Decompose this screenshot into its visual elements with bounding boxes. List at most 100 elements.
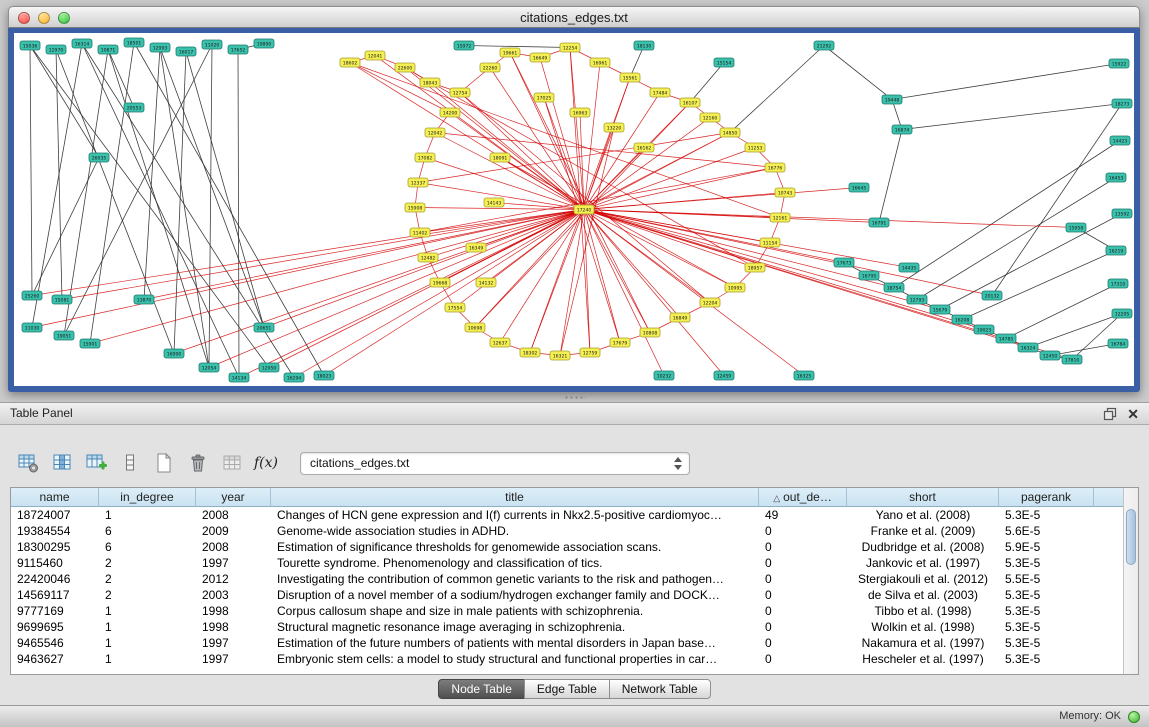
- column-header-title[interactable]: title: [271, 488, 759, 507]
- graph-node[interactable]: 12793: [907, 295, 927, 304]
- graph-node[interactable]: 16849: [670, 313, 690, 322]
- graph-node[interactable]: 10871: [98, 45, 118, 54]
- graph-node[interactable]: 21292: [814, 41, 834, 50]
- graph-node[interactable]: 19890: [254, 39, 274, 48]
- graph-node[interactable]: 17240: [574, 205, 594, 214]
- graph-node[interactable]: 15908: [405, 203, 425, 212]
- graph-node[interactable]: 19661: [500, 48, 520, 57]
- tab-network-table[interactable]: Network Table: [609, 679, 711, 699]
- graph-node[interactable]: 16776: [765, 163, 785, 172]
- graph-node[interactable]: 17310: [1108, 279, 1128, 288]
- create-column-button[interactable]: [82, 450, 110, 476]
- graph-node[interactable]: 18754: [884, 283, 904, 292]
- graph-node[interactable]: 14132: [476, 278, 496, 287]
- graph-node[interactable]: 16961: [590, 58, 610, 67]
- show-columns-button[interactable]: [48, 450, 76, 476]
- graph-node[interactable]: 26035: [89, 153, 109, 162]
- graph-node[interactable]: 12754: [450, 88, 470, 97]
- table-row[interactable]: 1830029562008Estimation of significance …: [11, 539, 1138, 555]
- graph-node[interactable]: 19668: [430, 278, 450, 287]
- graph-node[interactable]: 12759: [580, 348, 600, 357]
- graph-node[interactable]: 18302: [520, 348, 540, 357]
- graph-node[interactable]: 16321: [550, 351, 570, 360]
- column-header-in-degree[interactable]: in_degree: [99, 488, 196, 507]
- new-table-button[interactable]: [150, 450, 178, 476]
- graph-node[interactable]: 18130: [634, 41, 654, 50]
- graph-node[interactable]: 17810: [1062, 355, 1082, 364]
- graph-node[interactable]: 22600: [395, 63, 415, 72]
- graph-node[interactable]: 14785: [996, 334, 1016, 343]
- graph-node[interactable]: 15679: [930, 305, 950, 314]
- graph-node[interactable]: 20651: [254, 323, 274, 332]
- graph-node[interactable]: 12459: [714, 371, 734, 380]
- graph-node[interactable]: 25260: [22, 291, 42, 300]
- graph-node[interactable]: 14435: [899, 263, 919, 272]
- graph-node[interactable]: 18043: [420, 78, 440, 87]
- graph-node[interactable]: 18273: [1112, 99, 1132, 108]
- delete-table-button[interactable]: [184, 450, 212, 476]
- graph-node[interactable]: 11020: [202, 40, 222, 49]
- window-title-bar[interactable]: citations_edges.txt: [8, 6, 1140, 28]
- graph-node[interactable]: 15081: [52, 295, 72, 304]
- graph-node[interactable]: 16874: [892, 125, 912, 134]
- memory-indicator-icon[interactable]: [1128, 711, 1140, 723]
- graph-node[interactable]: 10743: [775, 188, 795, 197]
- graph-node[interactable]: 12637: [490, 338, 510, 347]
- graph-node[interactable]: 22260: [480, 63, 500, 72]
- graph-node[interactable]: 11154: [760, 238, 780, 247]
- table-vertical-scrollbar[interactable]: [1123, 488, 1138, 674]
- column-header-pagerank[interactable]: pagerank: [999, 488, 1094, 507]
- graph-node[interactable]: 17652: [228, 45, 248, 54]
- graph-node[interactable]: 14850: [720, 128, 740, 137]
- table-row[interactable]: 911546021997Tourette syndrome. Phenomeno…: [11, 555, 1138, 571]
- network-graph-canvas[interactable]: 1724018602120412260018043127542226019661…: [14, 33, 1134, 386]
- graph-node[interactable]: 18501: [124, 38, 144, 47]
- row-options-button[interactable]: [116, 450, 144, 476]
- graph-node[interactable]: 12042: [425, 128, 445, 137]
- graph-node[interactable]: 12450: [1040, 351, 1060, 360]
- column-header-name[interactable]: name: [11, 488, 99, 507]
- table-mode-button[interactable]: [14, 450, 42, 476]
- graph-node[interactable]: 15154: [714, 58, 734, 67]
- graph-node[interactable]: 17679: [610, 338, 630, 347]
- graph-node[interactable]: 16645: [849, 183, 869, 192]
- graph-node[interactable]: 16324: [1018, 343, 1038, 352]
- table-row[interactable]: 2242004622012Investigating the contribut…: [11, 571, 1138, 587]
- graph-node[interactable]: 19051: [54, 331, 74, 340]
- graph-node[interactable]: 14143: [484, 198, 504, 207]
- graph-node[interactable]: 13220: [604, 123, 624, 132]
- graph-node[interactable]: 16162: [634, 143, 654, 152]
- graph-node[interactable]: 11030: [22, 323, 42, 332]
- table-row[interactable]: 1456911722003Disruption of a novel membe…: [11, 587, 1138, 603]
- graph-node[interactable]: 17025: [534, 93, 554, 102]
- graph-node[interactable]: 16990: [164, 349, 184, 358]
- graph-node[interactable]: 10232: [654, 371, 674, 380]
- graph-node[interactable]: 15958: [1066, 223, 1086, 232]
- graph-node[interactable]: 16649: [530, 53, 550, 62]
- table-row[interactable]: 1938455462009Genome-wide association stu…: [11, 523, 1138, 539]
- graph-node[interactable]: 16294: [284, 373, 304, 382]
- graph-node[interactable]: 16784: [1108, 339, 1128, 348]
- graph-node[interactable]: 12041: [365, 51, 385, 60]
- graph-node[interactable]: 18091: [490, 153, 510, 162]
- table-row[interactable]: 969969511998Structural magnetic resonanc…: [11, 619, 1138, 635]
- table-row[interactable]: 1872400712008Changes of HCN gene express…: [11, 507, 1138, 523]
- graph-node[interactable]: 15922: [1109, 59, 1129, 68]
- graph-node[interactable]: 12950: [259, 363, 279, 372]
- graph-node[interactable]: 20132: [982, 291, 1002, 300]
- graph-node[interactable]: 10808: [640, 328, 660, 337]
- graph-node[interactable]: 16107: [680, 98, 700, 107]
- graph-node[interactable]: 12054: [199, 363, 219, 372]
- graph-node[interactable]: 19023: [974, 325, 994, 334]
- graph-node[interactable]: 20553: [124, 103, 144, 112]
- graph-node[interactable]: 16349: [466, 243, 486, 252]
- graph-node[interactable]: 16325: [794, 371, 814, 380]
- graph-node[interactable]: 15972: [454, 41, 474, 50]
- function-builder-button[interactable]: f(x): [252, 450, 280, 476]
- column-header-year[interactable]: year: [196, 488, 271, 507]
- graph-node[interactable]: 12337: [408, 178, 428, 187]
- graph-node[interactable]: 12482: [418, 253, 438, 262]
- graph-node[interactable]: 14134: [229, 373, 249, 382]
- graph-node[interactable]: 16791: [869, 218, 889, 227]
- graph-node[interactable]: 13870: [134, 295, 154, 304]
